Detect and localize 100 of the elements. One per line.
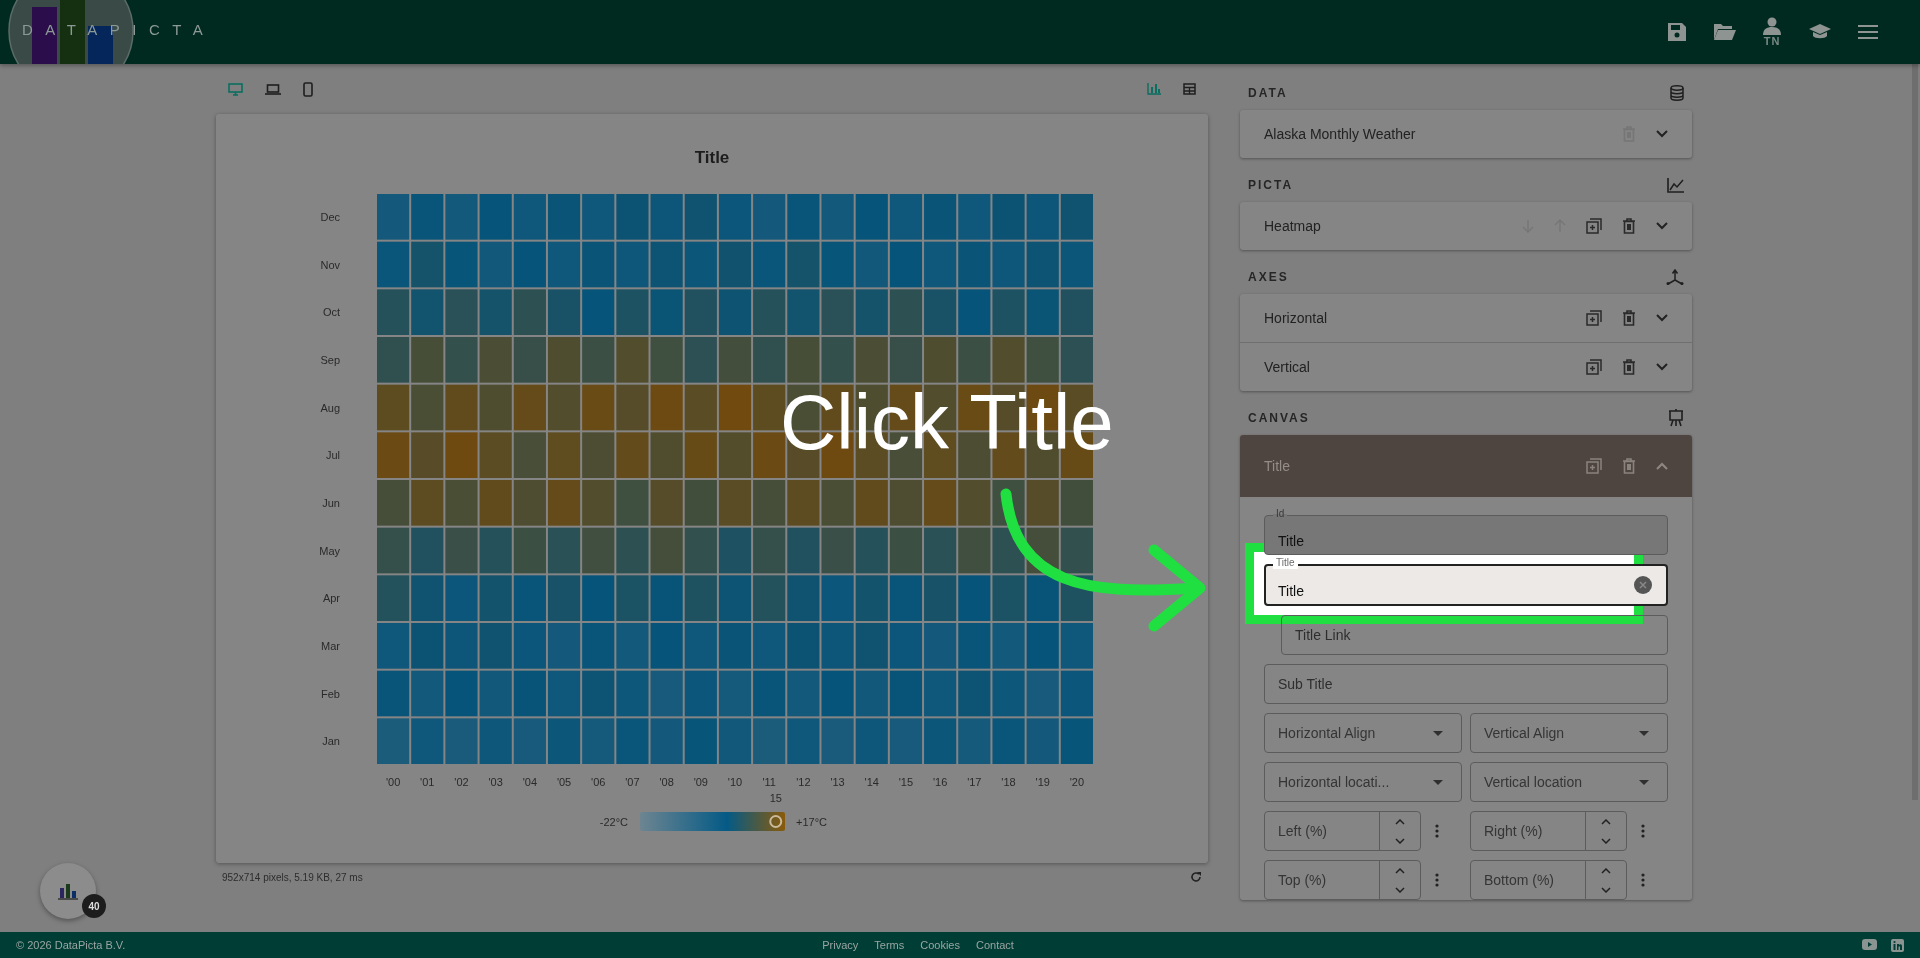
number-field[interactable]: Left (%) xyxy=(1264,811,1421,851)
axis-label: Aug xyxy=(320,401,340,414)
duplicate-icon[interactable] xyxy=(1586,458,1602,474)
select-field[interactable]: Vertical Align xyxy=(1470,713,1668,753)
chevron-down-icon[interactable] xyxy=(1656,363,1668,371)
duplicate-icon[interactable] xyxy=(1586,218,1602,234)
chevron-down-icon[interactable] xyxy=(1395,886,1405,893)
trash-icon[interactable] xyxy=(1622,310,1636,326)
section-heading: CANVAS xyxy=(1248,411,1310,425)
chevron-down-icon[interactable] xyxy=(1601,837,1611,844)
axis-label: '04 xyxy=(522,776,538,788)
legend-label: +17°C xyxy=(796,816,827,828)
footer-link[interactable]: Contact xyxy=(976,939,1014,951)
footer-link[interactable]: Terms xyxy=(874,939,905,951)
clear-icon[interactable] xyxy=(1634,576,1652,594)
panel-item-header[interactable]: Title xyxy=(1240,435,1692,497)
axis-label: '12 xyxy=(796,776,811,788)
duplicate-icon[interactable] xyxy=(1586,359,1602,375)
axis-label: Mar xyxy=(321,639,340,652)
axis-label: '00 xyxy=(385,776,401,788)
footer-link[interactable]: Privacy xyxy=(822,939,859,951)
trash-icon[interactable] xyxy=(1622,359,1636,375)
trash-icon[interactable] xyxy=(1622,458,1636,474)
legend-marker[interactable] xyxy=(769,815,783,828)
more-icon[interactable] xyxy=(1641,873,1645,887)
table-icon[interactable] xyxy=(1183,83,1196,95)
chevron-up-icon[interactable] xyxy=(1601,818,1611,825)
menu-icon[interactable] xyxy=(1858,25,1878,39)
axis-label: Nov xyxy=(320,258,340,271)
video-play-icon[interactable] xyxy=(1862,938,1877,950)
axis-label: '15 xyxy=(898,776,914,788)
axis-label: '17 xyxy=(967,776,982,788)
phone-icon[interactable] xyxy=(303,81,313,97)
dropdown-caret-icon xyxy=(1639,730,1649,736)
render-info: 952x714 pixels, 5.19 KB, 27 ms xyxy=(222,871,363,883)
axis-label: '18 xyxy=(1001,776,1016,788)
text-field[interactable]: Title Link xyxy=(1281,615,1668,655)
database-icon xyxy=(1670,85,1684,101)
chevron-down-icon[interactable] xyxy=(1656,130,1668,138)
panel-item-header[interactable]: Vertical xyxy=(1240,342,1692,391)
select-field[interactable]: Horizontal Align xyxy=(1264,713,1462,753)
axis-label: Jan xyxy=(322,735,340,748)
axis-label: Dec xyxy=(320,210,340,223)
axis-label: Apr xyxy=(322,592,340,605)
axis-label: Jun xyxy=(322,496,340,509)
section-heading: AXES xyxy=(1248,270,1289,284)
dropdown-caret-icon xyxy=(1639,779,1649,785)
text-field[interactable]: Sub Title xyxy=(1264,664,1668,704)
select-field[interactable]: Vertical location xyxy=(1470,762,1668,802)
folder-icon[interactable] xyxy=(1713,23,1736,41)
axis-label: Feb xyxy=(321,687,340,700)
panel-item-header[interactable]: Alaska Monthly Weather xyxy=(1240,110,1692,158)
legend-label: -22°C xyxy=(599,816,628,828)
linkedin-icon[interactable] xyxy=(1891,938,1904,952)
axis-label: '01 xyxy=(420,776,435,788)
number-field[interactable]: Bottom (%) xyxy=(1470,860,1627,900)
save-icon[interactable] xyxy=(1667,22,1687,42)
field-label: Title xyxy=(1273,557,1298,569)
refresh-icon[interactable] xyxy=(1190,871,1202,883)
axis-label: '09 xyxy=(693,776,708,788)
chevron-up-icon[interactable] xyxy=(1395,867,1405,874)
select-field[interactable]: Horizontal locati... xyxy=(1264,762,1462,802)
chevron-up-icon[interactable] xyxy=(1601,867,1611,874)
graduation-cap-icon[interactable] xyxy=(1808,23,1832,41)
copyright-text: © 2026 DataPicta B.V. xyxy=(16,939,126,951)
trash-icon[interactable] xyxy=(1622,218,1636,234)
axis-label: '14 xyxy=(864,776,879,788)
more-icon[interactable] xyxy=(1435,873,1439,887)
axis-label: '11 xyxy=(762,776,776,788)
axis-label: '05 xyxy=(556,776,572,788)
laptop-icon[interactable] xyxy=(265,83,281,95)
easel-icon xyxy=(1668,409,1684,427)
more-icon[interactable] xyxy=(1435,824,1439,838)
panel-item-header[interactable]: Horizontal xyxy=(1240,294,1692,342)
axes-icon xyxy=(1666,269,1684,285)
chevron-up-icon[interactable] xyxy=(1656,462,1668,470)
chevron-down-icon[interactable] xyxy=(1656,222,1668,230)
axis-label: May xyxy=(319,544,340,557)
section-heading: DATA xyxy=(1248,86,1288,100)
chart-title[interactable]: Title xyxy=(694,148,730,167)
chevron-up-icon[interactable] xyxy=(1395,818,1405,825)
line-chart-icon xyxy=(1667,177,1684,193)
more-icon[interactable] xyxy=(1641,824,1645,838)
panel-item-header[interactable]: Heatmap xyxy=(1240,202,1692,250)
count-badge: 40 xyxy=(82,894,106,918)
chevron-down-icon[interactable] xyxy=(1656,314,1668,322)
chevron-down-icon[interactable] xyxy=(1395,837,1405,844)
user-icon[interactable] xyxy=(1762,17,1782,35)
axis-label: '02 xyxy=(454,776,469,788)
duplicate-icon[interactable] xyxy=(1586,310,1602,326)
axis-label: '16 xyxy=(932,776,948,788)
axis-label: '20 xyxy=(1069,776,1085,788)
axis-label: '06 xyxy=(591,776,606,788)
number-field[interactable]: Top (%) xyxy=(1264,860,1421,900)
annotation-text: Click Title xyxy=(780,383,1114,461)
number-field[interactable]: Right (%) xyxy=(1470,811,1627,851)
dropdown-caret-icon xyxy=(1433,730,1443,736)
axis-label: Jul xyxy=(325,449,340,462)
chevron-down-icon[interactable] xyxy=(1601,886,1611,893)
footer-link[interactable]: Cookies xyxy=(920,939,960,951)
